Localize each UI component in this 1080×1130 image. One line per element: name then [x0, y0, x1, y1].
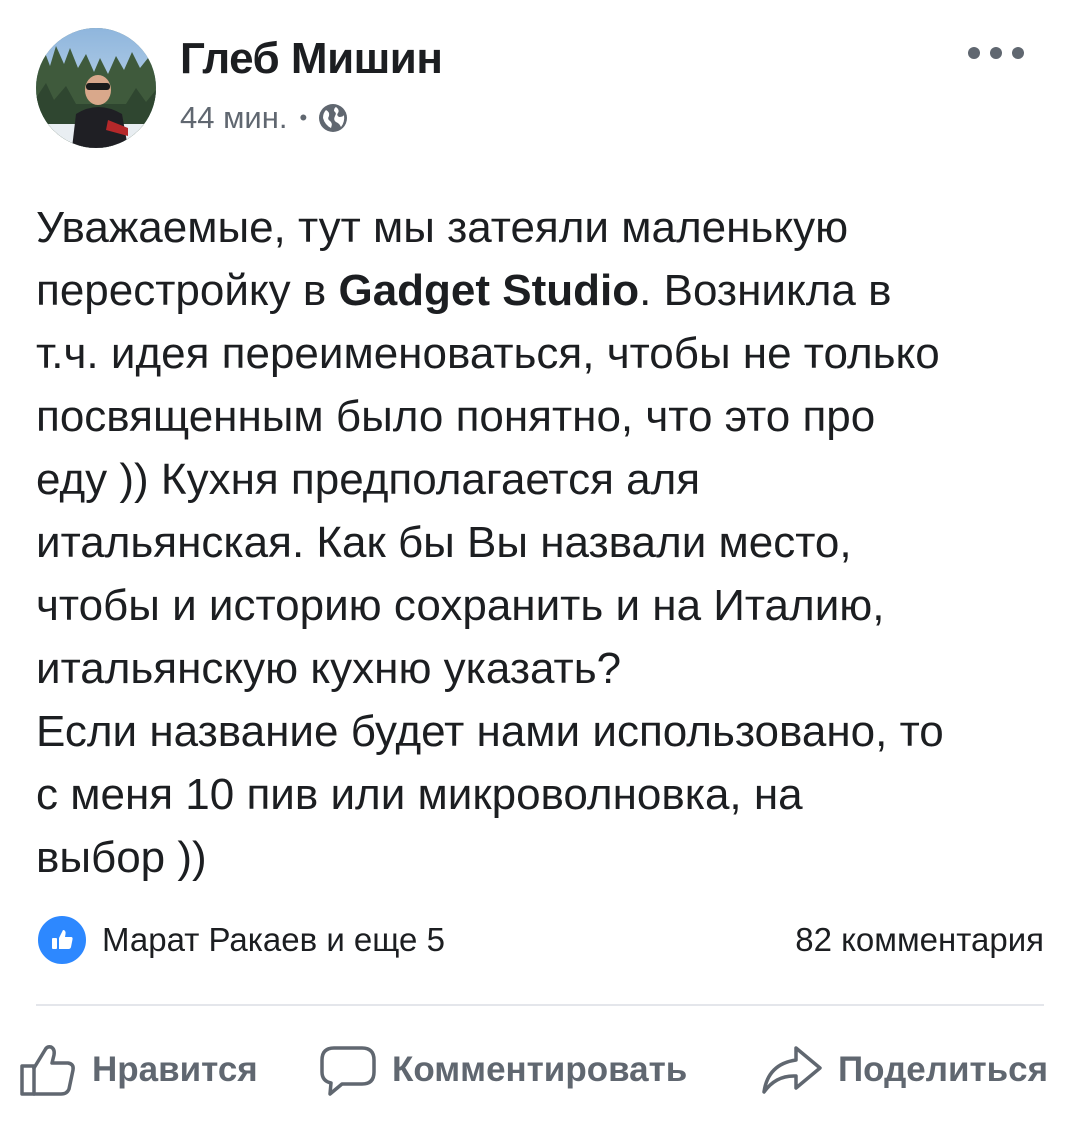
post-text-segment: итальянскую кухню указать?: [36, 644, 622, 693]
feed-post: Глеб Мишин 44 мин. • Уважаемые, тут мы з…: [0, 0, 1080, 1130]
post-text-line: посвященным было понятно, что это про: [36, 385, 1052, 448]
post-text-segment: выбор )): [36, 833, 207, 882]
post-text-line: Если название будет нами использовано, т…: [36, 700, 1052, 763]
author-name[interactable]: Глеб Мишин: [180, 34, 443, 84]
avatar-photo: [36, 28, 156, 148]
post-text-segment: . Возникла в: [639, 266, 892, 315]
meta-separator: •: [299, 105, 308, 130]
reactors-link[interactable]: Марат Ракаев и еще 5: [36, 914, 445, 966]
action-bar: Нравится Комментировать Поделиться: [18, 1030, 1062, 1110]
reactors-text: Марат Ракаев и еще 5: [102, 921, 445, 958]
reactions-summary: Марат Ракаев и еще 5 82 комментария: [36, 912, 1044, 968]
post-text-segment: с меня 10 пив или микроволновка, на: [36, 770, 803, 819]
share-button[interactable]: Поделиться: [760, 1030, 1048, 1110]
like-label: Нравится: [92, 1050, 258, 1089]
post-text-segment: посвященным было понятно, что это про: [36, 392, 876, 441]
post-text-line: т.ч. идея переименоваться, чтобы не толь…: [36, 322, 1052, 385]
post-text-segment: перестройку в: [36, 266, 339, 315]
post-text-line: итальянскую кухню указать?: [36, 637, 1052, 700]
like-badge-icon: [36, 914, 88, 966]
post-text-line: с меня 10 пив или микроволновка, на: [36, 763, 1052, 826]
share-arrow-icon: [760, 1042, 824, 1098]
comment-bubble-icon: [318, 1042, 378, 1098]
post-text-line: итальянская. Как бы Вы назвали место,: [36, 511, 1052, 574]
comment-label: Комментировать: [392, 1050, 688, 1089]
author-avatar[interactable]: [36, 28, 156, 148]
post-text-segment: чтобы и историю сохранить и на Италию,: [36, 581, 885, 630]
post-text-segment: итальянская. Как бы Вы назвали место,: [36, 518, 852, 567]
post-meta: 44 мин. •: [180, 100, 349, 136]
thumbs-up-icon: [18, 1042, 78, 1098]
share-label: Поделиться: [838, 1050, 1049, 1089]
divider: [36, 1004, 1044, 1006]
post-text-segment: Если название будет нами использовано, т…: [36, 707, 944, 756]
post-text-segment: т.ч. идея переименоваться, чтобы не толь…: [36, 329, 940, 378]
comment-button[interactable]: Комментировать: [318, 1030, 687, 1110]
post-text-line: чтобы и историю сохранить и на Италию,: [36, 574, 1052, 637]
post-text-line: еду )) Кухня предполагается аля: [36, 448, 1052, 511]
post-text-line: перестройку в Gadget Studio. Возникла в: [36, 259, 1052, 322]
more-options-icon[interactable]: [968, 38, 1024, 68]
comments-count[interactable]: 82 комментария: [795, 921, 1044, 959]
post-text: Уважаемые, тут мы затеяли маленькую перес…: [36, 196, 1052, 889]
post-timestamp[interactable]: 44 мин.: [180, 100, 287, 136]
post-text-segment: еду )) Кухня предполагается аля: [36, 455, 701, 504]
like-button[interactable]: Нравится: [18, 1030, 258, 1110]
post-text-segment: Уважаемые, тут мы затеяли маленькую: [36, 203, 849, 252]
post-text-line: Уважаемые, тут мы затеяли маленькую: [36, 196, 1052, 259]
post-text-line: выбор )): [36, 826, 1052, 889]
page-mention-link[interactable]: Gadget Studio: [338, 266, 639, 315]
globe-icon: [317, 102, 349, 134]
